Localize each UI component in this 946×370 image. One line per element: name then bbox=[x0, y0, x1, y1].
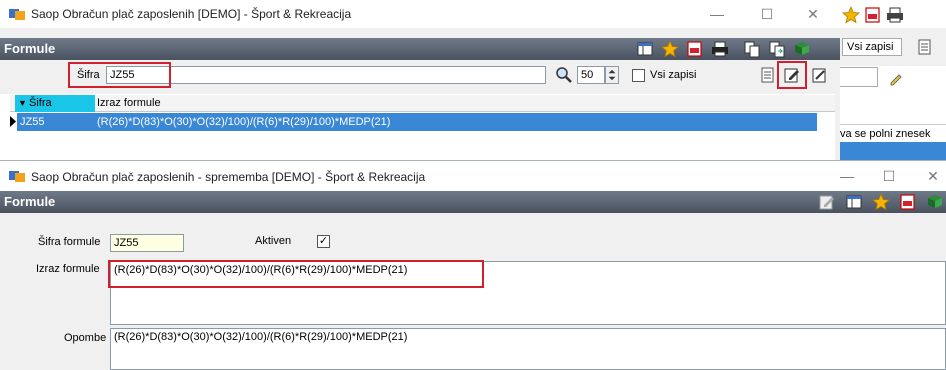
copy-arrow-icon[interactable] bbox=[768, 40, 786, 58]
table-icon[interactable] bbox=[845, 193, 863, 211]
close-button[interactable]: ✕ bbox=[916, 165, 946, 187]
page-size-input[interactable]: 50 bbox=[577, 66, 605, 84]
row-sifra-cell: JZ55 bbox=[20, 116, 45, 128]
opombe-label: Opombe bbox=[64, 332, 107, 344]
copy-icon[interactable] bbox=[743, 40, 761, 58]
maximize-button[interactable]: ☐ bbox=[750, 3, 784, 25]
document-icon[interactable] bbox=[916, 38, 934, 56]
favorites-star-icon[interactable] bbox=[842, 6, 860, 24]
edit-copy-icon[interactable] bbox=[811, 66, 829, 84]
column-header-izraz[interactable]: Izraz formule bbox=[97, 95, 161, 112]
table-row[interactable]: JZ55 (R(26)*D(83)*O(30)*O(32)/100)/(R(6)… bbox=[17, 113, 817, 131]
sort-arrow-icon: ▼ bbox=[18, 98, 27, 108]
sifra-search-label: Šifra bbox=[77, 69, 100, 81]
close-button[interactable]: ✕ bbox=[796, 3, 830, 25]
main-window: Saop Obračun plač zaposlenih [DEMO] - Šp… bbox=[0, 0, 840, 160]
favorites-star-icon[interactable] bbox=[872, 193, 890, 211]
background-window: Vsi zapisi va se polni znesek bbox=[835, 0, 946, 160]
vsi-zapisi-label: Vsi zapisi bbox=[650, 69, 697, 81]
main-window-title: Saop Obračun plač zaposlenih [DEMO] - Šp… bbox=[31, 7, 352, 21]
table-icon[interactable] bbox=[636, 40, 654, 58]
book-icon[interactable] bbox=[926, 193, 944, 211]
book-icon[interactable] bbox=[793, 40, 811, 58]
column-header-sifra[interactable]: ▼ Šifra bbox=[15, 95, 95, 112]
pdf-icon[interactable] bbox=[899, 193, 917, 211]
saop-app-icon bbox=[9, 169, 25, 183]
edit-titlebar: Saop Obračun plač zaposlenih - sprememba… bbox=[0, 161, 946, 191]
row-pointer-icon bbox=[10, 114, 17, 129]
opombe-textarea[interactable]: (R(26)*D(83)*O(30)*O(32)/100)/(R(6)*R(29… bbox=[110, 328, 946, 370]
edit-record-icon[interactable] bbox=[783, 66, 801, 84]
edit-window: Saop Obračun plač zaposlenih - sprememba… bbox=[0, 160, 946, 370]
new-document-icon[interactable] bbox=[759, 66, 777, 84]
aktiven-label: Aktiven bbox=[255, 235, 292, 247]
sifra-search-input[interactable]: JZ55 bbox=[106, 66, 546, 84]
print-icon[interactable] bbox=[711, 40, 729, 58]
edit-pencil-icon[interactable] bbox=[888, 70, 906, 88]
edit-disabled-icon[interactable] bbox=[818, 193, 836, 211]
vsi-zapisi-checkbox[interactable] bbox=[632, 69, 645, 82]
maximize-button[interactable]: ☐ bbox=[872, 165, 906, 187]
sifra-formule-label: Šifra formule bbox=[38, 236, 101, 248]
vsi-zapisi-button[interactable]: Vsi zapisi bbox=[842, 38, 902, 56]
main-titlebar: Saop Obračun plač zaposlenih [DEMO] - Šp… bbox=[0, 0, 840, 28]
behind-input[interactable] bbox=[838, 67, 878, 87]
row-izraz-cell: (R(26)*D(83)*O(30)*O(32)/100)/(R(6)*R(29… bbox=[97, 116, 391, 128]
edit-window-title: Saop Obračun plač zaposlenih - sprememba… bbox=[31, 170, 426, 184]
saop-app-icon bbox=[9, 7, 25, 21]
pdf-icon[interactable] bbox=[864, 6, 882, 24]
page-size-spinner[interactable] bbox=[605, 66, 619, 84]
favorites-star-icon[interactable] bbox=[661, 40, 679, 58]
edit-section-title: Formule bbox=[4, 194, 56, 209]
minimize-button[interactable]: — bbox=[700, 3, 734, 25]
main-section-title: Formule bbox=[4, 41, 56, 56]
sifra-formule-input[interactable]: JZ55 bbox=[110, 234, 184, 252]
search-icon[interactable] bbox=[555, 66, 573, 84]
izraz-formule-textarea[interactable]: (R(26)*D(83)*O(30)*O(32)/100)/(R(6)*R(29… bbox=[110, 261, 946, 325]
aktiven-checkbox[interactable]: ✓ bbox=[317, 235, 330, 248]
izraz-formule-label: Izraz formule bbox=[36, 263, 100, 275]
behind-column-header: va se polni znesek bbox=[836, 124, 946, 142]
print-icon[interactable] bbox=[886, 6, 904, 24]
pdf-icon[interactable] bbox=[686, 40, 704, 58]
behind-selected-row[interactable] bbox=[836, 142, 946, 160]
edit-section-header: Formule bbox=[0, 191, 946, 213]
minimize-button[interactable]: — bbox=[830, 165, 864, 187]
